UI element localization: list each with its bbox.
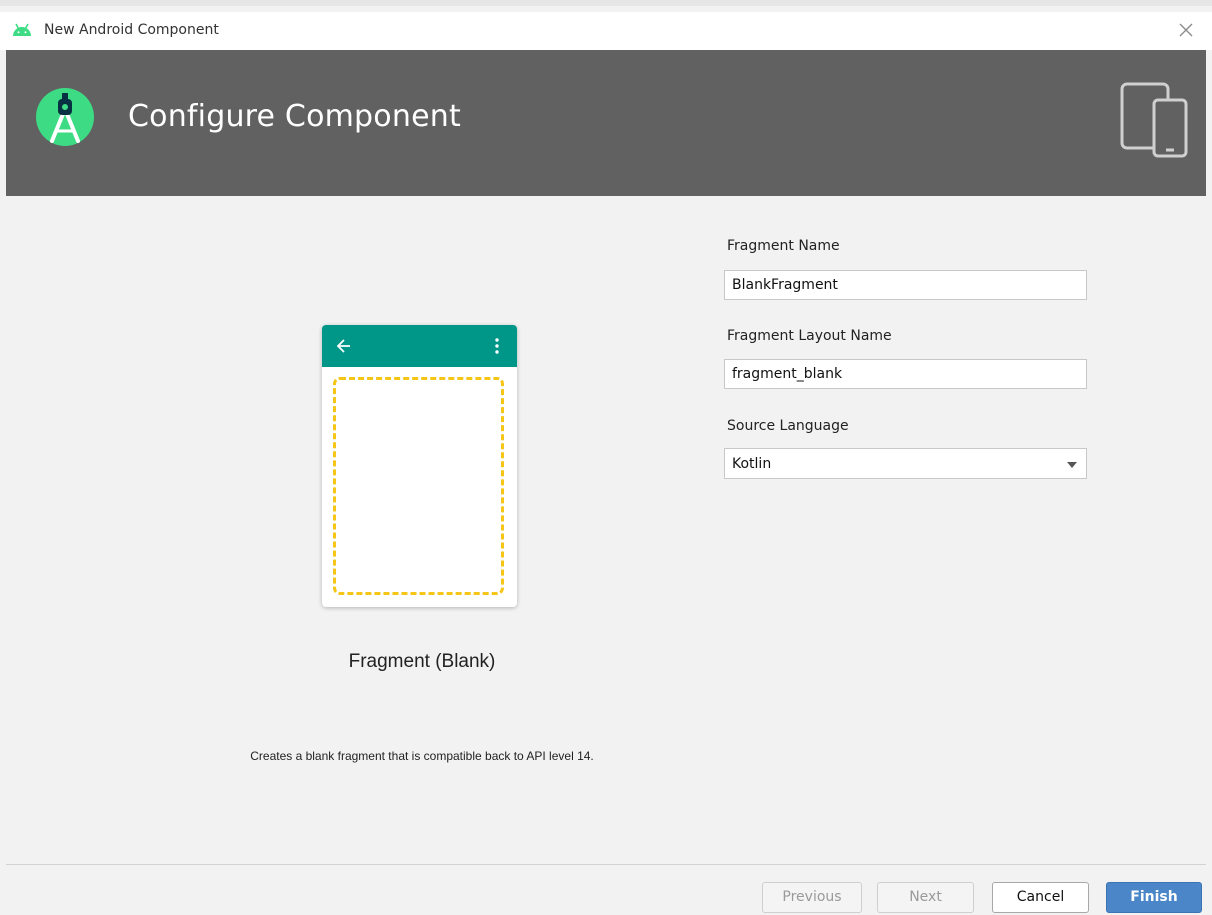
fragment-layout-name-field[interactable]: [724, 359, 1087, 389]
fragment-name-label: Fragment Name: [727, 238, 840, 254]
android-studio-logo-icon: [36, 88, 94, 146]
close-icon[interactable]: [1174, 18, 1198, 42]
back-arrow-icon: [336, 339, 350, 353]
footer-divider: [6, 864, 1206, 865]
devices-icon: [1120, 82, 1188, 158]
overflow-menu-icon: [495, 338, 499, 354]
dialog-header: Configure Component: [6, 50, 1206, 196]
fragment-placeholder: [333, 377, 504, 595]
new-android-component-dialog: New Android Component Configure Componen…: [0, 0, 1212, 915]
android-icon: [13, 23, 31, 36]
window-title: New Android Component: [44, 22, 219, 38]
fragment-preview-image: [322, 325, 517, 607]
source-language-label: Source Language: [727, 418, 849, 434]
fragment-name-field[interactable]: [724, 270, 1087, 300]
cancel-button[interactable]: Cancel: [992, 882, 1089, 913]
chevron-down-icon: [1067, 462, 1077, 468]
source-language-select[interactable]: Kotlin: [724, 448, 1087, 479]
fragment-layout-name-label: Fragment Layout Name: [727, 328, 892, 344]
next-button[interactable]: Next: [877, 882, 974, 913]
finish-button[interactable]: Finish: [1106, 882, 1202, 913]
source-language-value: Kotlin: [732, 456, 772, 472]
page-title: Configure Component: [128, 99, 461, 134]
template-description: Creates a blank fragment that is compati…: [250, 749, 594, 763]
template-name: Fragment (Blank): [348, 651, 496, 672]
title-bar: New Android Component: [0, 12, 1212, 50]
preview-app-bar: [322, 325, 517, 367]
previous-button[interactable]: Previous: [762, 882, 862, 913]
